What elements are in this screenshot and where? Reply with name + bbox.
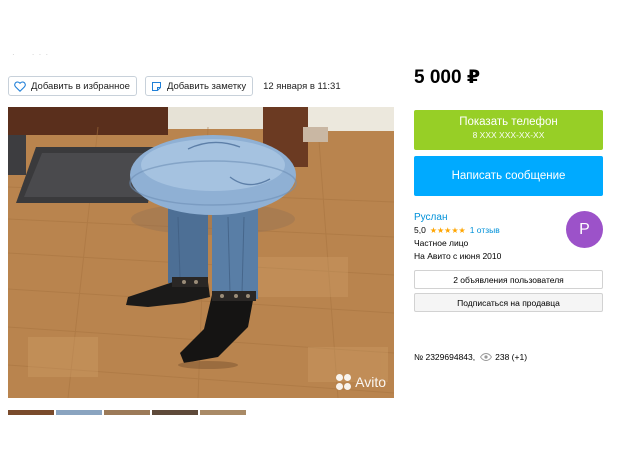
- watermark-text: Avito: [355, 374, 386, 390]
- seller-ads-button[interactable]: 2 объявления пользователя: [414, 270, 603, 289]
- seller-rating-value: 5,0: [414, 225, 426, 235]
- eye-icon: [480, 353, 493, 361]
- photo-thumbnail[interactable]: [8, 410, 54, 415]
- seller-since: На Авито с июня 2010: [414, 251, 502, 261]
- add-note-label: Добавить заметку: [166, 80, 247, 92]
- add-to-favorites-button[interactable]: Добавить в избранное: [8, 76, 137, 96]
- view-count: 238 (+1): [495, 352, 528, 362]
- rating-stars-icon: ★★★★★: [429, 225, 466, 235]
- ad-number: № 2329694843,: [414, 352, 476, 362]
- masked-phone-number: 8 XXX XXX-XX-XX: [472, 130, 545, 140]
- photo-thumbnail[interactable]: [200, 410, 246, 415]
- show-phone-label: Показать телефон: [459, 116, 558, 128]
- faded-header-remnant: · · · ·: [12, 50, 50, 59]
- add-note-button[interactable]: Добавить заметку: [144, 76, 254, 96]
- photo-thumbnails-strip: [8, 410, 246, 415]
- listing-meta-row: № 2329694843, 238 (+1): [414, 352, 527, 362]
- listing-date: 12 января в 11:31: [263, 80, 341, 92]
- seller-avatar[interactable]: Р: [566, 211, 603, 248]
- add-to-favorites-label: Добавить в избранное: [31, 80, 130, 92]
- photo-illustration: [8, 107, 394, 398]
- photo-thumbnail[interactable]: [56, 410, 102, 415]
- note-icon: [151, 81, 161, 91]
- price: 5 000 ₽: [414, 67, 481, 88]
- listing-photo[interactable]: Avito: [8, 107, 394, 398]
- write-message-button[interactable]: Написать сообщение: [414, 156, 603, 196]
- seller-type: Частное лицо: [414, 238, 469, 248]
- heart-icon: [14, 80, 26, 92]
- photo-thumbnail[interactable]: [152, 410, 198, 415]
- avito-logo-icon: [336, 374, 352, 390]
- seller-reviews-link[interactable]: 1 отзыв: [470, 225, 500, 235]
- seller-rating-row: 5,0 ★★★★★ 1 отзыв: [414, 225, 500, 235]
- subscribe-seller-button[interactable]: Подписаться на продавца: [414, 293, 603, 312]
- photo-thumbnail[interactable]: [104, 410, 150, 415]
- show-phone-button[interactable]: Показать телефон 8 XXX XXX-XX-XX: [414, 110, 603, 150]
- avito-watermark: Avito: [336, 374, 386, 390]
- listing-action-row: Добавить в избранное Добавить заметку 12…: [8, 76, 341, 96]
- seller-name[interactable]: Руслан: [414, 212, 447, 223]
